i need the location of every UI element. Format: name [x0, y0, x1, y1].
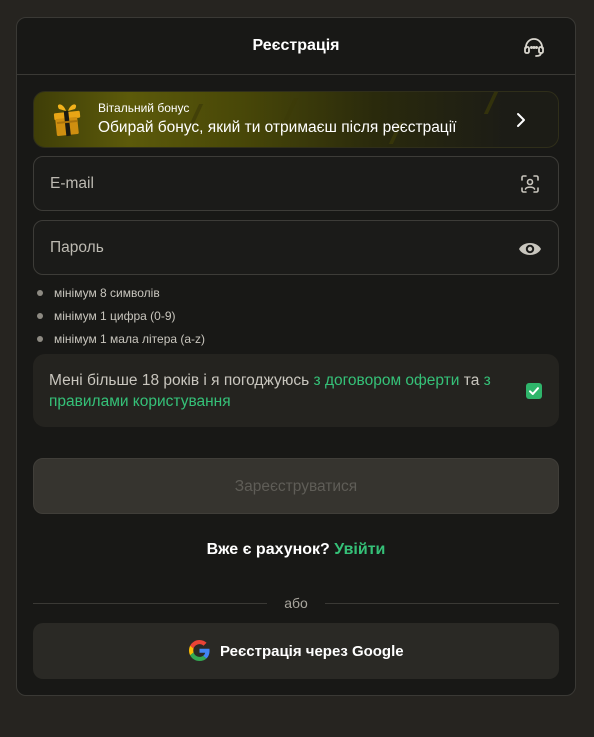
headset-icon[interactable]: [522, 35, 546, 59]
password-placeholder: Пароль: [50, 239, 104, 256]
gift-icon: [53, 104, 81, 137]
agreement-text-start: Мені більше 18 років і я погоджуюсь: [49, 372, 314, 389]
registration-modal: Реєстрація Вітальний бонус Обирай бонус,…: [16, 17, 576, 696]
login-link[interactable]: Увійти: [334, 541, 385, 558]
welcome-bonus-banner[interactable]: Вітальний бонус Обирай бонус, який ти от…: [33, 91, 559, 148]
divider-line: [325, 603, 559, 604]
bonus-subtitle: Вітальний бонус: [98, 101, 190, 115]
google-signup-label: Реєстрація через Google: [220, 643, 404, 660]
login-question: Вже є рахунок?: [206, 541, 335, 558]
password-rule: мінімум 8 символів: [37, 285, 205, 308]
bullet-dot: [37, 290, 43, 296]
eye-icon[interactable]: [518, 239, 542, 259]
bonus-text: Обирай бонус, який ти отримаєш після реє…: [98, 119, 457, 136]
register-button[interactable]: Зареєструватися: [33, 458, 559, 514]
password-rule: мінімум 1 мала літера (a-z): [37, 331, 205, 354]
google-signup-button[interactable]: Реєстрація через Google: [33, 623, 559, 679]
modal-title: Реєстрація: [252, 37, 340, 54]
modal-header: Реєстрація: [17, 18, 575, 75]
email-placeholder: E-mail: [50, 175, 94, 192]
offer-link[interactable]: з договором оферти: [314, 372, 460, 389]
login-prompt: Вже є рахунок? Увійти: [17, 541, 575, 559]
chevron-right-icon[interactable]: [514, 112, 528, 128]
agreement-text: Мені більше 18 років і я погоджуюсь з до…: [49, 370, 519, 412]
contact-scan-icon[interactable]: [520, 174, 540, 194]
banner-decoration: [483, 92, 499, 114]
rule-text: мінімум 1 мала літера (a-z): [54, 332, 206, 346]
rule-text: мінімум 8 символів: [54, 286, 160, 300]
banner-decoration: [283, 98, 299, 120]
google-icon: [189, 640, 210, 661]
check-icon: [529, 387, 539, 395]
password-rules: мінімум 8 символів мінімум 1 цифра (0-9)…: [37, 285, 205, 354]
agreement-checkbox[interactable]: [526, 383, 542, 399]
password-field[interactable]: Пароль: [33, 220, 559, 275]
rule-text: мінімум 1 цифра (0-9): [54, 309, 176, 323]
bullet-dot: [37, 336, 43, 342]
password-rule: мінімум 1 цифра (0-9): [37, 308, 205, 331]
bullet-dot: [37, 313, 43, 319]
agreement-text-middle: та: [459, 372, 484, 389]
or-divider: або: [33, 594, 559, 612]
agreement-block: Мені більше 18 років і я погоджуюсь з до…: [33, 354, 559, 427]
email-field[interactable]: E-mail: [33, 156, 559, 211]
